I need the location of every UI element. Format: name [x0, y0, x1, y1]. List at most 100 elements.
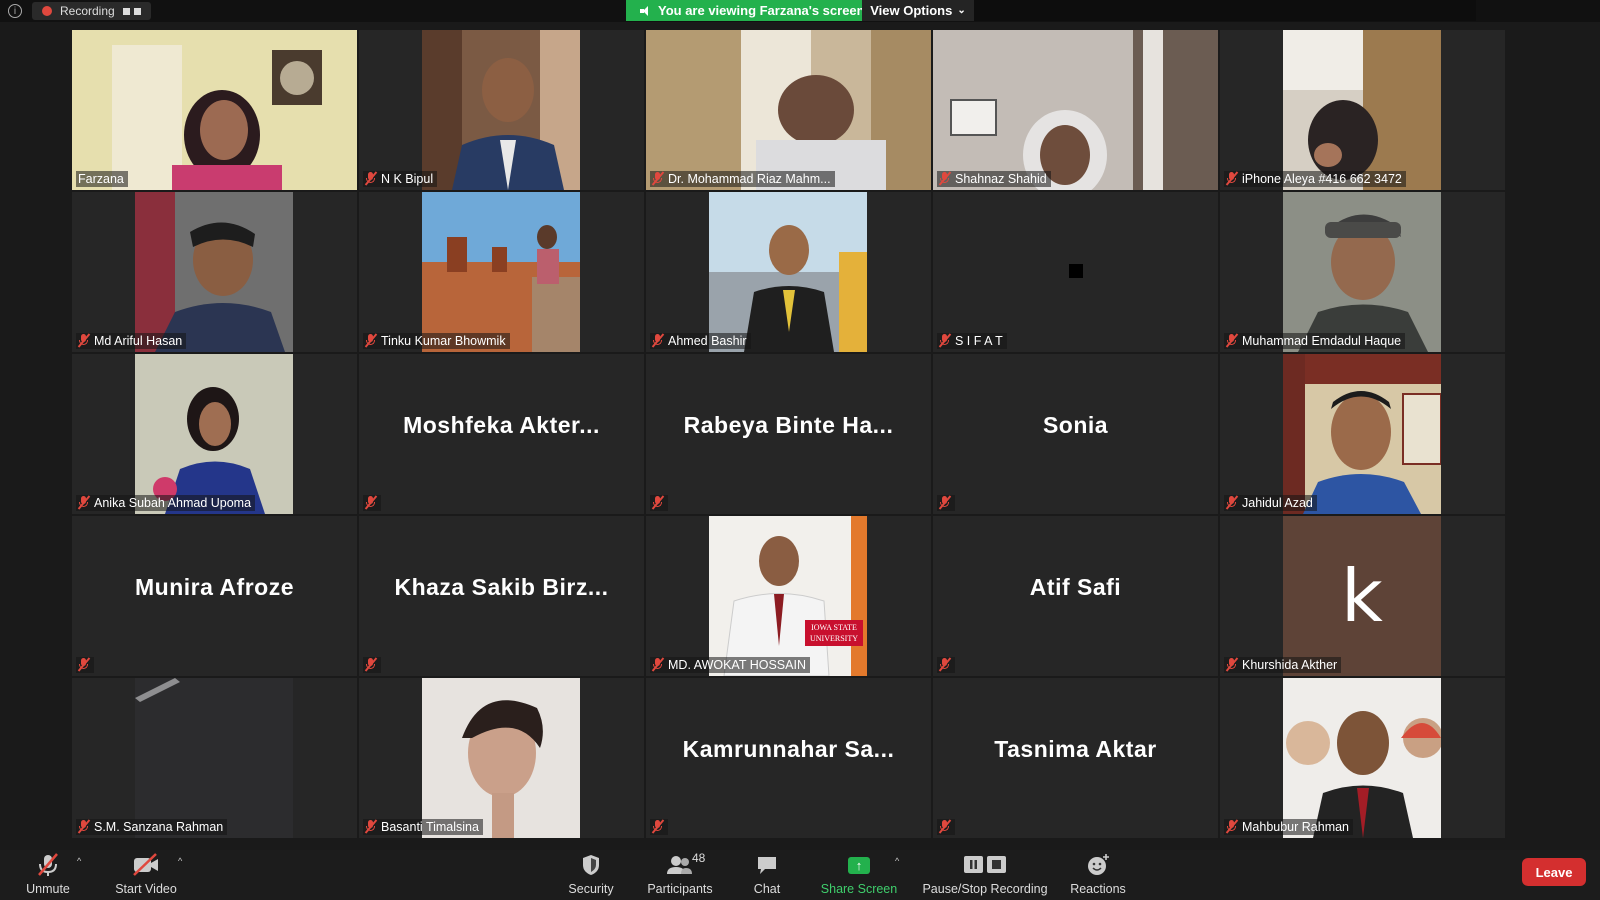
participant-tile[interactable]: Basanti Timalsina — [359, 678, 644, 838]
participant-tile[interactable]: Moshfeka Akter... — [359, 354, 644, 514]
participant-name-label — [363, 495, 381, 511]
participant-tile[interactable]: Anika Subah Ahmad Upoma — [72, 354, 357, 514]
recording-label: Recording — [60, 4, 115, 18]
muted-mic-icon — [364, 333, 378, 348]
meeting-toolbar: Unmute ^ Start Video ^ Security 48 Parti… — [0, 850, 1600, 900]
participant-tile[interactable]: Ahmed Bashir — [646, 192, 931, 352]
unmute-button[interactable]: Unmute — [20, 850, 76, 900]
avatar-initial: k — [1341, 554, 1383, 638]
participant-name: Md Ariful Hasan — [94, 334, 183, 348]
recording-pill[interactable]: Recording — [32, 2, 151, 20]
security-button[interactable]: Security — [562, 850, 620, 900]
participant-name: Basanti Timalsina — [381, 820, 479, 834]
recording-indicator: i Recording — [8, 2, 151, 20]
view-options-button[interactable]: View Options ⌄ — [862, 0, 974, 21]
viewing-screen-banner: You are viewing Farzana's screen — [626, 0, 879, 21]
participant-tile[interactable]: S I F A T — [933, 192, 1218, 352]
smiley-plus-icon — [1085, 853, 1111, 877]
participant-tile[interactable]: Tinku Kumar Bhowmik — [359, 192, 644, 352]
chevron-down-icon: ⌄ — [957, 5, 966, 16]
participant-name-label: Muhammad Emdadul Haque — [1224, 333, 1406, 349]
muted-mic-icon — [364, 495, 378, 510]
participant-name: MD. AWOKAT HOSSAIN — [668, 658, 806, 672]
muted-mic-icon — [938, 657, 952, 672]
participant-tile[interactable]: Rabeya Binte Ha... — [646, 354, 931, 514]
participant-name-label — [363, 657, 381, 673]
start-video-button[interactable]: Start Video — [108, 850, 184, 900]
leave-label: Leave — [1535, 864, 1573, 880]
leave-button[interactable]: Leave — [1522, 858, 1586, 886]
share-options-caret-icon[interactable]: ^ — [895, 856, 899, 866]
meeting-info-icon[interactable]: i — [8, 4, 22, 18]
participant-tile[interactable]: Shahnaz Shahid — [933, 30, 1218, 190]
share-screen-button[interactable]: ↑ Share Screen — [818, 850, 900, 900]
participant-name-label: Ahmed Bashir — [650, 333, 751, 349]
video-off-placeholder — [1069, 264, 1083, 278]
participant-display-name: Kamrunnahar Sa... — [682, 736, 895, 762]
participant-tile[interactable]: Dr. Mohammad Riaz Mahm... — [646, 30, 931, 190]
pause-stop-recording-button[interactable]: Pause/Stop Recording — [920, 850, 1050, 900]
muted-mic-icon — [77, 333, 91, 348]
view-options-label: View Options — [870, 3, 953, 18]
share-screen-icon: ↑ — [848, 853, 870, 877]
muted-mic-icon — [1225, 657, 1239, 672]
participant-video — [422, 678, 580, 838]
participant-name: S I F A T — [955, 334, 1003, 348]
participant-name-label: Dr. Mohammad Riaz Mahm... — [650, 171, 835, 187]
share-screen-label: Share Screen — [820, 882, 898, 896]
participant-video — [422, 192, 580, 352]
participant-tile[interactable]: Jahidul Azad — [1220, 354, 1505, 514]
participant-video — [135, 354, 293, 514]
participant-tile[interactable]: N K Bipul — [359, 30, 644, 190]
participant-tile[interactable]: k Khurshida Akther — [1220, 516, 1505, 676]
stop-recording-icon[interactable] — [133, 7, 141, 15]
chat-bubble-icon — [755, 853, 779, 877]
participant-video — [72, 30, 357, 190]
participant-name-label: Farzana — [76, 171, 128, 187]
mic-muted-icon — [35, 853, 61, 877]
muted-mic-icon — [651, 171, 665, 186]
participant-tile[interactable]: Kamrunnahar Sa... — [646, 678, 931, 838]
participant-tile[interactable]: Atif Safi — [933, 516, 1218, 676]
participant-video — [933, 30, 1218, 190]
participant-name: Mahbubur Rahman — [1242, 820, 1350, 834]
participant-name: Jahidul Azad — [1242, 496, 1313, 510]
participant-tile[interactable]: Khaza Sakib Birz... — [359, 516, 644, 676]
muted-mic-icon — [364, 657, 378, 672]
participant-tile[interactable]: Muhammad Emdadul Haque — [1220, 192, 1505, 352]
pause-recording-icon[interactable] — [122, 7, 130, 15]
reactions-label: Reactions — [1070, 882, 1126, 896]
participant-tile[interactable]: Farzana — [72, 30, 357, 190]
muted-mic-icon — [364, 819, 378, 834]
video-options-caret-icon[interactable]: ^ — [178, 856, 182, 866]
muted-mic-icon — [77, 657, 91, 672]
participant-tile[interactable]: Md Ariful Hasan — [72, 192, 357, 352]
participant-display-name: Tasnima Aktar — [994, 736, 1157, 762]
participant-name-label — [937, 495, 955, 511]
muted-mic-icon — [938, 819, 952, 834]
muted-mic-icon — [1225, 333, 1239, 348]
viewing-screen-text: You are viewing Farzana's screen — [658, 3, 865, 18]
participant-tile[interactable]: Mahbubur Rahman — [1220, 678, 1505, 838]
participant-name-label: MD. AWOKAT HOSSAIN — [650, 657, 810, 673]
participant-tile[interactable]: IOWA STATE UNIVERSITY MD. AWOKAT HOSSAIN — [646, 516, 931, 676]
participant-tile[interactable]: iPhone Aleya #416 662 3472 — [1220, 30, 1505, 190]
participant-name-label: Md Ariful Hasan — [76, 333, 187, 349]
participants-button[interactable]: 48 Participants — [642, 850, 718, 900]
participant-video — [709, 192, 867, 352]
pause-stop-icon — [963, 853, 1007, 877]
participant-tile[interactable]: Sonia — [933, 354, 1218, 514]
participant-name-label: N K Bipul — [363, 171, 438, 187]
chat-button[interactable]: Chat — [744, 850, 790, 900]
participant-tile[interactable]: S.M. Sanzana Rahman — [72, 678, 357, 838]
participant-video — [1283, 678, 1441, 838]
participant-name-label — [937, 819, 955, 835]
recording-controls[interactable] — [122, 7, 141, 15]
unmute-label: Unmute — [26, 882, 70, 896]
participant-tile[interactable]: Tasnima Aktar — [933, 678, 1218, 838]
speaker-icon — [640, 5, 652, 16]
participant-name: Farzana — [78, 172, 124, 186]
reactions-button[interactable]: Reactions — [1064, 850, 1132, 900]
audio-options-caret-icon[interactable]: ^ — [77, 856, 81, 866]
participant-tile[interactable]: Munira Afroze — [72, 516, 357, 676]
